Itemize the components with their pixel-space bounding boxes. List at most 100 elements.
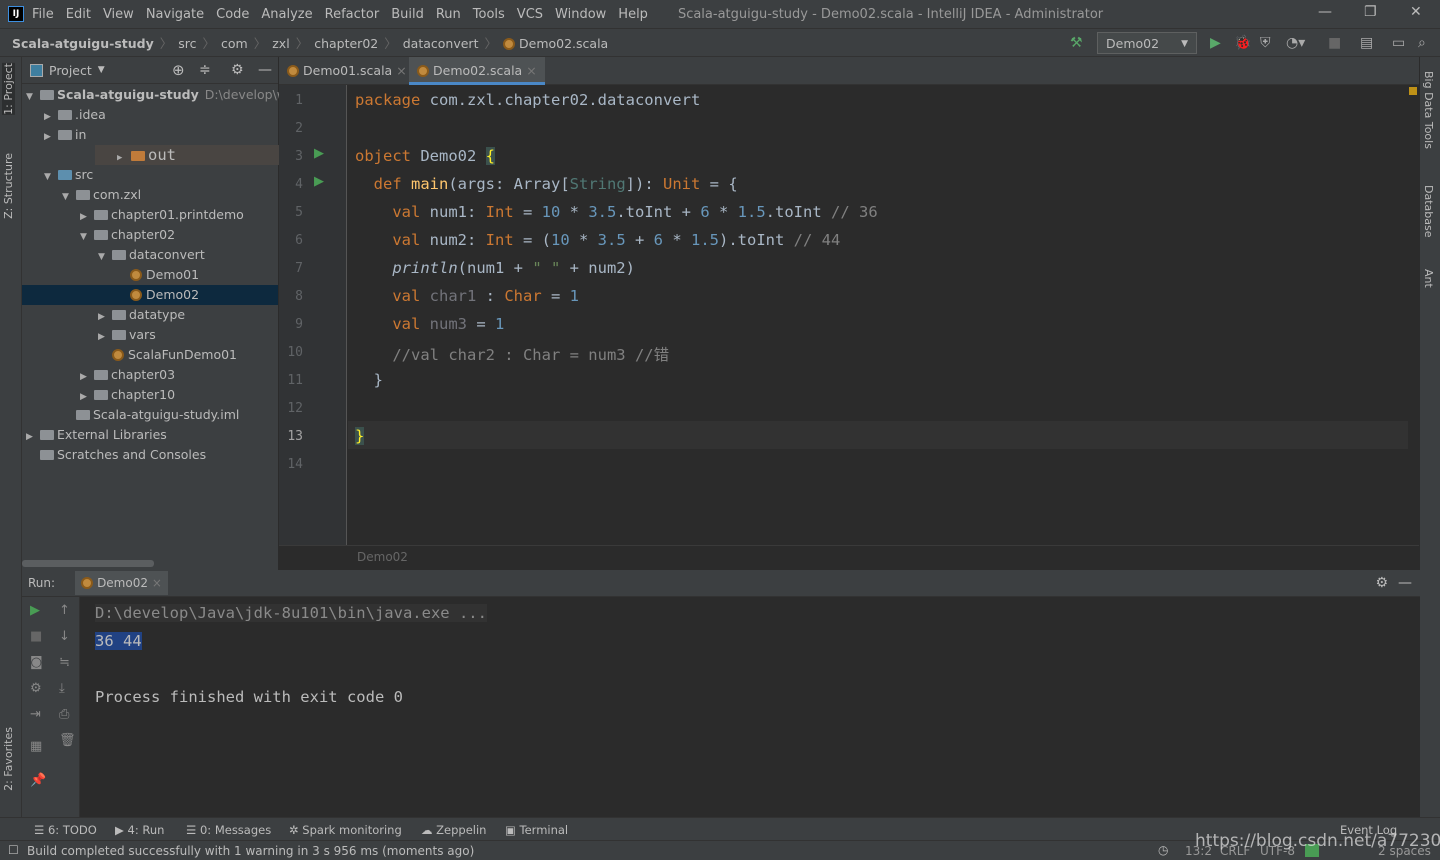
project-view-select[interactable]: Project	[49, 63, 92, 78]
expand-arrow-icon[interactable]: ▼	[44, 167, 58, 187]
tree-item[interactable]: ▼ chapter02	[22, 225, 278, 245]
breadcrumb-item[interactable]: dataconvert	[403, 36, 479, 51]
tree-item[interactable]: ▶ datatype	[22, 305, 278, 325]
horizontal-scrollbar[interactable]	[22, 560, 154, 567]
expand-arrow-icon[interactable]: ▶	[98, 307, 112, 327]
memory-icon[interactable]: ◷	[1158, 843, 1168, 857]
expand-arrow-icon[interactable]: ▼	[62, 187, 76, 207]
expand-arrow-icon[interactable]: ▶	[44, 107, 58, 127]
settings-icon[interactable]: ⚙	[30, 681, 42, 696]
tree-item[interactable]: Demo02	[22, 285, 278, 305]
tool-window-button[interactable]: ☰ 6: TODO	[34, 823, 97, 837]
breadcrumb-item[interactable]: Scala-atguigu-study	[12, 36, 154, 51]
project-structure-icon[interactable]: ▤	[1360, 35, 1373, 51]
run-tab[interactable]: Demo02 ×	[75, 571, 168, 595]
tool-window-button[interactable]: ▣ Terminal	[505, 823, 568, 837]
menu-help[interactable]: Help	[618, 7, 648, 22]
run-config-select[interactable]: Demo02 ▼	[1097, 32, 1197, 54]
layout-icon[interactable]: ▦	[30, 739, 42, 754]
tool-window-button[interactable]: ✲ Spark monitoring	[289, 823, 402, 837]
up-icon[interactable]: ↑	[59, 603, 70, 618]
menu-tools[interactable]: Tools	[473, 7, 505, 22]
scroll-end-icon[interactable]: ⤓	[59, 681, 65, 696]
breadcrumb-item[interactable]: com	[221, 36, 248, 51]
tool-window-button[interactable]: ☁ Zeppelin	[421, 823, 486, 837]
tree-item[interactable]: ▶ chapter10	[22, 385, 278, 405]
menu-refactor[interactable]: Refactor	[325, 7, 380, 22]
expand-arrow-icon[interactable]: ▼	[26, 87, 40, 107]
expand-arrow-icon[interactable]: ▼	[98, 247, 112, 267]
run-icon[interactable]: ▶	[1210, 35, 1221, 51]
close-button[interactable]: ✕	[1410, 4, 1422, 20]
tree-item[interactable]: ▶ External Libraries	[22, 425, 278, 445]
expand-arrow-icon[interactable]: ▶	[80, 387, 94, 407]
editor-tab[interactable]: Demo02.scala ×	[409, 57, 545, 85]
restore-button[interactable]: ❐	[1364, 4, 1377, 20]
tree-item[interactable]: ▶ vars	[22, 325, 278, 345]
hide-icon[interactable]: —	[258, 62, 272, 78]
menu-edit[interactable]: Edit	[66, 7, 91, 22]
collapse-all-icon[interactable]: ≑	[199, 62, 211, 78]
tool-window-button[interactable]: ▶ 4: Run	[115, 823, 164, 837]
build-hammer-icon[interactable]: ⚒	[1070, 35, 1083, 51]
menu-vcs[interactable]: VCS	[517, 7, 543, 22]
tree-item[interactable]: ScalaFunDemo01	[22, 345, 278, 365]
debug-icon[interactable]: 🐞	[1234, 35, 1251, 51]
search-icon[interactable]: ⌕	[1418, 35, 1426, 51]
gear-icon[interactable]: ⚙	[231, 62, 244, 78]
run-gutter-icon[interactable]: ▶	[314, 146, 324, 161]
menu-view[interactable]: View	[103, 7, 134, 22]
close-tab-icon[interactable]: ×	[396, 63, 406, 78]
stop-icon[interactable]: ■	[30, 629, 42, 644]
exit-icon[interactable]: ⇥	[30, 707, 41, 722]
down-icon[interactable]: ↓	[59, 629, 70, 644]
tree-item[interactable]: ▶ .idea	[22, 105, 278, 125]
close-tab-icon[interactable]: ×	[526, 63, 536, 78]
soft-wrap-icon[interactable]: ≒	[59, 655, 70, 670]
gear-icon[interactable]: ⚙	[1375, 575, 1388, 591]
camera-icon[interactable]: ◙	[30, 655, 43, 670]
expand-arrow-icon[interactable]: ▶	[98, 327, 112, 347]
run-gutter-icon[interactable]: ▶	[314, 174, 324, 189]
editor-tab[interactable]: Demo01.scala ×	[279, 57, 415, 85]
tool-tab-structure[interactable]: Z: Structure	[2, 153, 15, 219]
menu-run[interactable]: Run	[436, 7, 461, 22]
breadcrumb-item[interactable]: src	[178, 36, 196, 51]
menu-build[interactable]: Build	[391, 7, 424, 22]
expand-arrow-icon[interactable]: ▶	[80, 367, 94, 387]
tool-tab-ant[interactable]: Ant	[1422, 269, 1435, 288]
expand-arrow-icon[interactable]: ▶	[26, 427, 40, 447]
stop-icon[interactable]: ■	[1328, 35, 1341, 51]
menu-analyze[interactable]: Analyze	[261, 7, 312, 22]
tree-item[interactable]: Scratches and Consoles	[22, 445, 278, 465]
print-icon[interactable]: ⎙	[59, 707, 69, 722]
tree-item[interactable]: ▼ src	[22, 165, 278, 185]
layout-icon[interactable]: ▭	[1392, 35, 1405, 51]
tree-item[interactable]: ▶ in	[22, 125, 278, 145]
trash-icon[interactable]: 🗑	[59, 733, 76, 748]
breadcrumb-item[interactable]: chapter02	[314, 36, 378, 51]
expand-arrow-icon[interactable]: ▼	[80, 227, 94, 247]
tree-item[interactable]: Scala-atguigu-study.iml	[22, 405, 278, 425]
tool-tab-project[interactable]: 1: Project	[2, 63, 15, 115]
tree-item[interactable]: ▶ chapter01.printdemo	[22, 205, 278, 225]
breadcrumb-item[interactable]: zxl	[272, 36, 289, 51]
tree-item[interactable]: ▼ dataconvert	[22, 245, 278, 265]
tree-item[interactable]: ▶ chapter03	[22, 365, 278, 385]
tool-window-button[interactable]: ☰ 0: Messages	[186, 823, 271, 837]
profile-icon[interactable]: ◔▾	[1286, 35, 1305, 51]
editor-breadcrumb[interactable]: Demo02	[279, 545, 1419, 570]
tool-tab-big-data-tools[interactable]: Big Data Tools	[1422, 71, 1435, 149]
menu-window[interactable]: Window	[555, 7, 606, 22]
tool-tab-database[interactable]: Database	[1422, 185, 1435, 238]
warning-marker[interactable]	[1409, 87, 1417, 95]
hide-icon[interactable]: —	[1398, 575, 1412, 591]
rerun-icon[interactable]: ▶	[30, 603, 40, 618]
expand-arrow-icon[interactable]: ▶	[44, 127, 58, 147]
pin-icon[interactable]: 📌	[30, 773, 46, 788]
menu-file[interactable]: File	[32, 7, 54, 22]
tree-item[interactable]: ▼ com.zxl	[22, 185, 278, 205]
locate-icon[interactable]: ⊕	[172, 61, 185, 79]
menu-navigate[interactable]: Navigate	[146, 7, 204, 22]
breadcrumb-item[interactable]: Demo02.scala	[519, 36, 608, 51]
